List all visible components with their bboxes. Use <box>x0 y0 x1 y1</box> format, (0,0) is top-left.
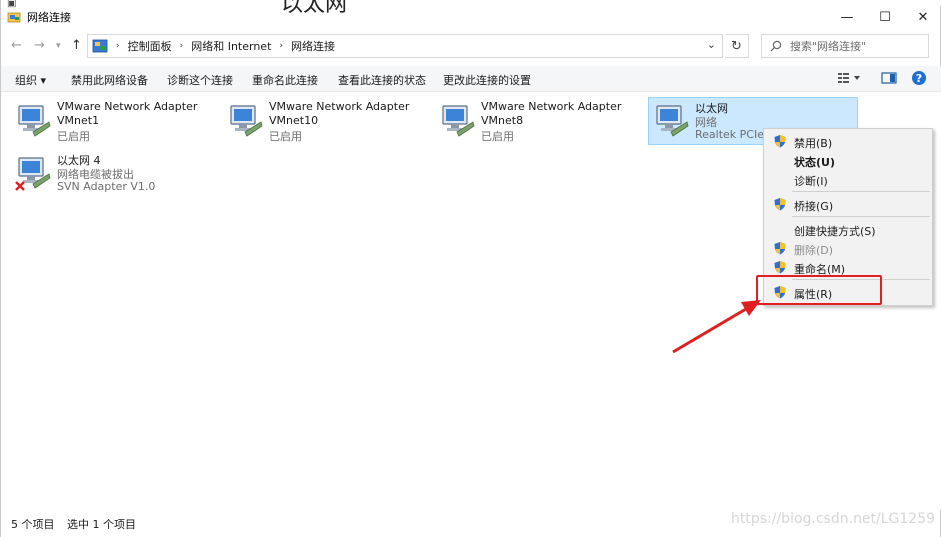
title-bar: 网络连接 — ☐ ✕ <box>1 6 941 28</box>
adapter-vmnet10[interactable]: VMware Network Adapter VMnet10 已启用 <box>223 98 433 146</box>
adapter-network: VMnet1 <box>57 114 100 127</box>
menu-item-create-shortcut[interactable]: 创建快捷方式(S) <box>764 220 932 239</box>
breadcrumb-network-internet[interactable]: 网络和 Internet <box>191 38 271 54</box>
adapter-status: 已启用 <box>57 130 90 143</box>
annotation-highlight-box <box>756 275 882 305</box>
adapter-network: VMnet10 <box>269 114 319 127</box>
control-panel-icon <box>92 38 108 54</box>
preview-pane-icon[interactable] <box>881 70 897 89</box>
help-icon[interactable]: ? <box>911 70 927 89</box>
maximize-button[interactable]: ☐ <box>866 6 904 28</box>
close-button[interactable]: ✕ <box>904 6 941 28</box>
view-status-button[interactable]: 查看此连接的状态 <box>338 72 426 88</box>
network-adapter-icon <box>15 102 51 142</box>
address-row: ← → ▾ ↑ › 控制面板 › 网络和 Internet › 网络连接 ⌄ ↻ <box>1 34 941 60</box>
organize-menu[interactable]: 组织 ▾ <box>15 72 46 88</box>
menu-separator <box>792 191 930 192</box>
network-adapter-icon <box>653 102 689 142</box>
item-count: 5 个项目 <box>11 518 55 531</box>
window-controls: — ☐ ✕ <box>828 6 941 28</box>
adapter-status: 已启用 <box>481 130 514 143</box>
adapter-name: VMware Network Adapter <box>481 100 622 113</box>
address-dropdown-icon[interactable]: ⌄ <box>707 38 716 51</box>
view-options-icon[interactable] <box>837 70 861 89</box>
change-settings-button[interactable]: 更改此连接的设置 <box>443 72 531 88</box>
adapter-name: VMware Network Adapter <box>57 100 198 113</box>
breadcrumb-control-panel[interactable]: 控制面板 <box>128 38 172 54</box>
annotation-arrow <box>672 300 761 354</box>
breadcrumb-separator-icon: › <box>116 41 120 51</box>
window-title: 网络连接 <box>27 11 71 24</box>
uac-shield-icon <box>773 197 787 211</box>
breadcrumb-separator-icon: › <box>179 41 184 51</box>
network-folder-icon <box>7 10 21 24</box>
menu-item-delete: 删除(D) <box>764 239 932 258</box>
adapter-ethernet-4[interactable]: 以太网 4 网络电缆被拔出 SVN Adapter V1.0 <box>11 150 221 198</box>
menu-separator <box>792 216 930 217</box>
breadcrumb-network-connections[interactable]: 网络连接 <box>291 38 335 54</box>
watermark: https://blog.csdn.net/LG1259 <box>731 511 936 527</box>
uac-shield-icon <box>773 134 787 148</box>
refresh-icon[interactable]: ↻ <box>725 34 749 58</box>
network-adapter-icon <box>227 102 263 142</box>
diagnose-connection-button[interactable]: 诊断这个连接 <box>167 72 233 88</box>
network-connections-window: ▣ 以太网 网络连接 — ☐ ✕ ← → ▾ ↑ › 控制面板 › 网络和 In… <box>0 0 941 537</box>
command-bar: 组织 ▾ 禁用此网络设备 诊断这个连接 重命名此连接 查看此连接的状态 更改此连… <box>1 66 941 92</box>
adapter-device: SVN Adapter V1.0 <box>57 180 156 193</box>
selected-count: 选中 1 个项目 <box>67 518 136 531</box>
adapter-vmnet8[interactable]: VMware Network Adapter VMnet8 已启用 <box>435 98 645 146</box>
menu-item-disable[interactable]: 禁用(B) <box>764 132 932 151</box>
menu-item-status[interactable]: 状态(U) <box>764 151 932 170</box>
search-icon <box>770 40 782 52</box>
uac-shield-icon <box>773 260 787 274</box>
recent-dropdown-icon[interactable]: ▾ <box>56 41 61 51</box>
uac-shield-icon <box>773 241 787 255</box>
adapter-vmnet1[interactable]: VMware Network Adapter VMnet1 已启用 <box>11 98 221 146</box>
breadcrumb-separator-icon: › <box>279 41 284 51</box>
back-arrow-icon[interactable]: ← <box>11 38 22 53</box>
disable-device-button[interactable]: 禁用此网络设备 <box>71 72 148 88</box>
forward-arrow-icon[interactable]: → <box>34 38 45 53</box>
search-input[interactable]: 搜索"网络连接" <box>761 34 929 58</box>
menu-item-bridge[interactable]: 桥接(G) <box>764 195 932 214</box>
network-adapter-disconnected-icon <box>15 154 51 194</box>
rename-connection-button[interactable]: 重命名此连接 <box>252 72 318 88</box>
address-bar[interactable]: › 控制面板 › 网络和 Internet › 网络连接 ⌄ <box>87 34 723 58</box>
adapter-status: 已启用 <box>269 130 302 143</box>
search-placeholder: 搜索"网络连接" <box>790 40 867 53</box>
adapter-network: VMnet8 <box>481 114 524 127</box>
network-adapter-icon <box>439 102 475 142</box>
menu-item-diagnose[interactable]: 诊断(I) <box>764 170 932 189</box>
up-arrow-icon[interactable]: ↑ <box>71 38 82 53</box>
minimize-button[interactable]: — <box>828 6 866 28</box>
svg-text:?: ? <box>916 72 922 85</box>
adapter-name: VMware Network Adapter <box>269 100 410 113</box>
